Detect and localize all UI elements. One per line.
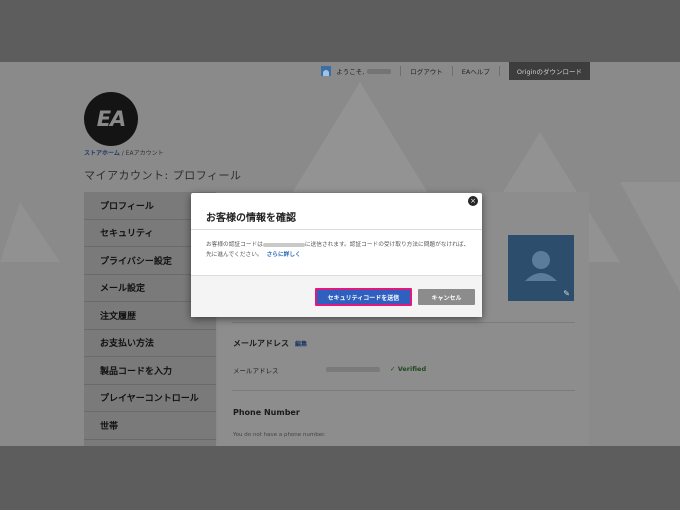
- breadcrumb-ea-account: EAアカウント: [125, 150, 164, 157]
- avatar[interactable]: ✎: [508, 235, 574, 301]
- origin-download-button[interactable]: Originのダウンロード: [508, 62, 590, 80]
- pencil-icon[interactable]: ✎: [563, 289, 570, 298]
- bottom-overlay-band: [0, 446, 680, 510]
- send-security-code-button[interactable]: セキュリティコードを送信: [315, 288, 412, 306]
- email-edit-link[interactable]: 編集: [295, 341, 307, 348]
- top-overlay-band: [0, 0, 680, 62]
- cancel-button[interactable]: キャンセル: [418, 289, 475, 305]
- phone-section-title: Phone Number: [233, 408, 300, 417]
- no-phone-text: You do not have a phone number.: [233, 432, 326, 438]
- sidebar-item-redeem-code[interactable]: 製品コードを入力: [84, 357, 216, 385]
- page-title: マイアカウント: プロフィール: [84, 169, 242, 182]
- close-icon[interactable]: ×: [468, 196, 478, 206]
- learn-more-link[interactable]: さらに詳しく: [267, 252, 301, 258]
- sidebar-item-household[interactable]: 世帯: [84, 412, 216, 440]
- sidebar-item-payment[interactable]: お支払い方法: [84, 330, 216, 357]
- breadcrumb-store-home[interactable]: ストアホーム: [84, 150, 120, 157]
- dialog-message: お客様の認証コードは に送信されます。認証コードの受け取り方法に問題がなければ、先…: [206, 242, 470, 258]
- user-icon: [321, 66, 332, 76]
- username-redacted: [367, 68, 392, 74]
- logout-link[interactable]: ログアウト: [410, 66, 443, 76]
- email-label: メールアドレス: [233, 367, 279, 375]
- email-section-title: メールアドレス 編集: [233, 339, 308, 348]
- help-link[interactable]: EAヘルプ: [462, 66, 490, 76]
- ea-logo[interactable]: EA: [84, 92, 138, 146]
- dialog-title: お客様の情報を確認: [206, 213, 296, 224]
- email-redacted: [262, 242, 305, 247]
- welcome-text: ようこそ,: [336, 68, 365, 76]
- email-value-redacted: [326, 367, 380, 372]
- verified-badge: ✓ Verified: [390, 365, 427, 373]
- top-navigation: ようこそ, ログアウト EAヘルプ Originのダウンロード: [321, 62, 590, 80]
- breadcrumb: ストアホーム / EAアカウント: [84, 150, 164, 157]
- sidebar-item-player-control[interactable]: プレイヤーコントロール: [84, 385, 216, 412]
- dialog-footer: セキュリティコードを送信 キャンセル: [191, 275, 482, 317]
- verify-info-dialog: × お客様の情報を確認 お客様の認証コードは に送信されます。認証コードの受け取り…: [191, 193, 482, 317]
